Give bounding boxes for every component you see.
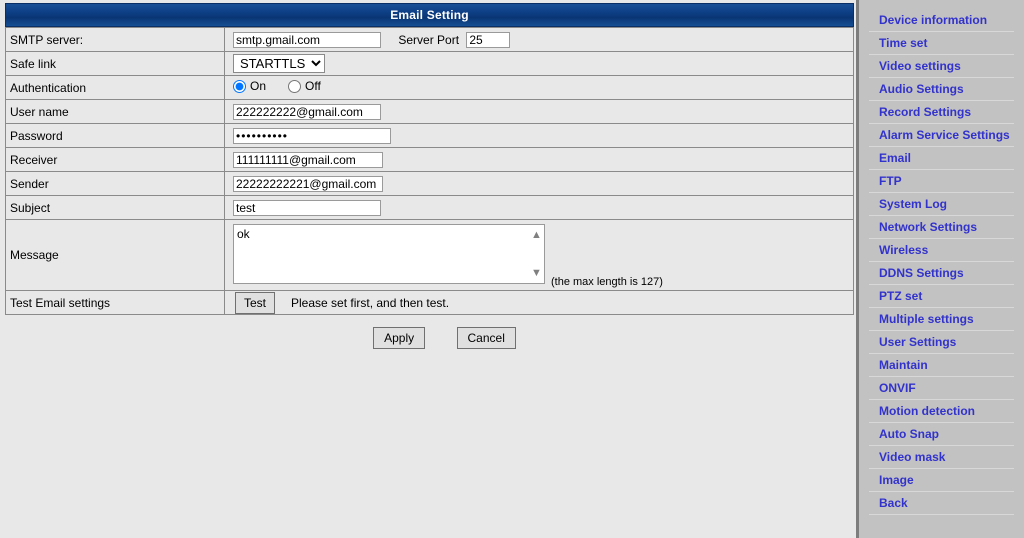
row-user-name: User name <box>5 99 854 124</box>
smtp-server-input[interactable] <box>233 31 381 48</box>
test-email-inner: Test Please set first, and then test. <box>229 291 853 314</box>
sidebar-item-back[interactable]: Back <box>869 495 1014 515</box>
label-password: Password <box>5 123 225 148</box>
sender-input[interactable] <box>233 175 383 192</box>
page-title-bar: Email Setting <box>5 3 854 27</box>
authentication-on-radio[interactable] <box>233 79 246 93</box>
sidebar-item-video-mask[interactable]: Video mask <box>869 449 1014 469</box>
sidebar-item-image[interactable]: Image <box>869 472 1014 492</box>
scroll-up-icon[interactable]: ▲ <box>531 229 542 240</box>
cell-password <box>224 123 854 148</box>
authentication-off-radio[interactable] <box>288 79 302 93</box>
row-subject: Subject <box>5 195 854 220</box>
sidebar-item-motion-detection[interactable]: Motion detection <box>869 403 1014 423</box>
sidebar-item-auto-snap[interactable]: Auto Snap <box>869 426 1014 446</box>
cell-safe-link: STARTTLS <box>224 51 854 76</box>
row-test-email: Test Email settings Test Please set firs… <box>5 290 854 315</box>
row-receiver: Receiver <box>5 147 854 172</box>
sidebar-item-wireless[interactable]: Wireless <box>869 242 1014 262</box>
message-textarea-wrap: ok ▲ ▼ <box>229 223 545 287</box>
main-content: Email Setting SMTP server: Server Port S… <box>0 0 856 538</box>
cell-message: ok ▲ ▼ (the max length is 127) <box>224 219 854 291</box>
sidebar-item-onvif[interactable]: ONVIF <box>869 380 1014 400</box>
sidebar-item-multiple-settings[interactable]: Multiple settings <box>869 311 1014 331</box>
sidebar-item-network-settings[interactable]: Network Settings <box>869 219 1014 239</box>
test-email-note: Please set first, and then test. <box>291 295 450 310</box>
cell-sender <box>224 171 854 196</box>
cell-receiver <box>224 147 854 172</box>
cell-authentication: On Off <box>224 75 854 100</box>
sidebar-item-audio-settings[interactable]: Audio Settings <box>869 81 1014 101</box>
row-sender: Sender <box>5 171 854 196</box>
message-scrollbar[interactable]: ▲ ▼ <box>529 224 544 283</box>
label-authentication: Authentication <box>5 75 225 100</box>
authentication-radio-group: On Off <box>233 79 343 93</box>
navigation-sidebar: Device information Time set Video settings… <box>856 0 1024 538</box>
label-server-port: Server Port <box>398 32 460 47</box>
authentication-off-label[interactable]: Off <box>305 79 321 93</box>
row-password: Password <box>5 123 854 148</box>
receiver-input[interactable] <box>233 151 383 168</box>
email-settings-form: SMTP server: Server Port Safe link START… <box>5 27 854 315</box>
sidebar-item-video-settings[interactable]: Video settings <box>869 58 1014 78</box>
sidebar-item-email[interactable]: Email <box>869 150 1014 170</box>
sidebar-item-record-settings[interactable]: Record Settings <box>869 104 1014 124</box>
label-sender: Sender <box>5 171 225 196</box>
label-safe-link: Safe link <box>5 51 225 76</box>
cell-subject <box>224 195 854 220</box>
form-actions: Apply Cancel <box>5 327 854 349</box>
authentication-on-label[interactable]: On <box>250 79 266 93</box>
sidebar-item-user-settings[interactable]: User Settings <box>869 334 1014 354</box>
subject-input[interactable] <box>233 199 381 216</box>
cell-smtp-server: Server Port <box>224 27 854 52</box>
test-button[interactable]: Test <box>235 291 276 314</box>
email-setting-page: Email Setting SMTP server: Server Port S… <box>0 0 1024 538</box>
message-textarea[interactable]: ok <box>233 223 545 284</box>
sidebar-item-ddns-settings[interactable]: DDNS Settings <box>869 265 1014 285</box>
row-smtp-server: SMTP server: Server Port <box>5 27 854 52</box>
cell-user-name <box>224 99 854 124</box>
cancel-button[interactable]: Cancel <box>456 327 516 349</box>
scroll-down-icon[interactable]: ▼ <box>531 267 542 278</box>
safe-link-select[interactable]: STARTTLS <box>233 54 325 73</box>
label-user-name: User name <box>5 99 225 124</box>
server-port-input[interactable] <box>466 31 511 48</box>
row-authentication: Authentication On Off <box>5 75 854 100</box>
sidebar-item-ptz-set[interactable]: PTZ set <box>869 288 1014 308</box>
label-test-email: Test Email settings <box>5 290 225 315</box>
sidebar-item-ftp[interactable]: FTP <box>869 173 1014 193</box>
page-title: Email Setting <box>390 8 469 22</box>
row-message: Message ok ▲ ▼ (the max length is 127) <box>5 219 854 291</box>
sidebar-item-device-information[interactable]: Device information <box>869 12 1014 32</box>
label-message: Message <box>5 219 225 291</box>
label-smtp-server: SMTP server: <box>5 27 225 52</box>
sidebar-item-alarm-service-settings[interactable]: Alarm Service Settings <box>869 127 1014 147</box>
cell-test-email: Test Please set first, and then test. <box>224 290 854 315</box>
row-safe-link: Safe link STARTTLS <box>5 51 854 76</box>
sidebar-item-time-set[interactable]: Time set <box>869 35 1014 55</box>
user-name-input[interactable] <box>233 103 381 120</box>
apply-button[interactable]: Apply <box>373 327 426 349</box>
password-input[interactable] <box>233 127 391 144</box>
sidebar-item-system-log[interactable]: System Log <box>869 196 1014 216</box>
label-receiver: Receiver <box>5 147 225 172</box>
label-subject: Subject <box>5 195 225 220</box>
message-inner: ok ▲ ▼ (the max length is 127) <box>229 220 853 290</box>
sidebar-item-maintain[interactable]: Maintain <box>869 357 1014 377</box>
message-max-length-hint: (the max length is 127) <box>551 276 663 288</box>
